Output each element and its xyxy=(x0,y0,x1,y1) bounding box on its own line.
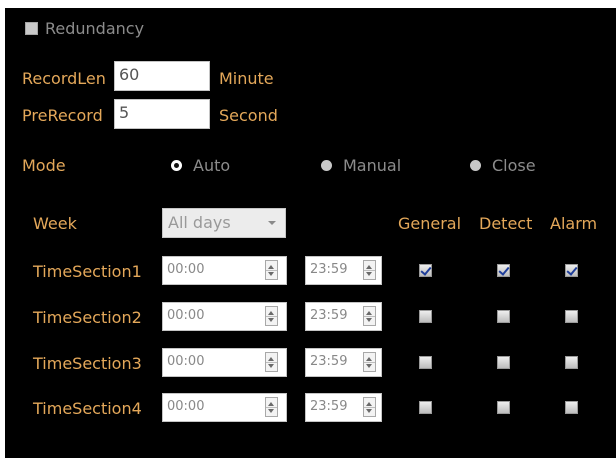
spinner-arrows-icon[interactable] xyxy=(265,352,278,372)
general-checkbox[interactable] xyxy=(419,310,432,323)
pre-record-label: PreRecord xyxy=(22,106,103,125)
time-section-label: TimeSection4 xyxy=(33,399,142,418)
spinner-arrows-icon[interactable] xyxy=(363,352,376,372)
record-len-unit: Minute xyxy=(219,69,274,88)
column-general-header: General xyxy=(398,214,462,233)
week-select-value: All days xyxy=(168,213,231,232)
alarm-checkbox[interactable] xyxy=(565,310,578,323)
end-time-input[interactable]: 23:59 xyxy=(305,393,382,422)
mode-label: Mode xyxy=(22,156,66,175)
start-time-value: 00:00 xyxy=(167,354,205,369)
end-time-value: 23:59 xyxy=(310,354,348,369)
mode-auto-radio[interactable] xyxy=(171,160,182,171)
alarm-checkbox[interactable] xyxy=(565,356,578,369)
mode-close-label: Close xyxy=(492,156,536,175)
spinner-arrows-icon[interactable] xyxy=(363,260,376,280)
detect-checkbox[interactable] xyxy=(497,310,510,323)
time-section-label: TimeSection3 xyxy=(33,354,142,373)
end-time-input[interactable]: 23:59 xyxy=(305,348,382,377)
record-config-panel: Redundancy RecordLen 60 Minute PreRecord… xyxy=(5,8,616,458)
start-time-value: 00:00 xyxy=(167,262,205,277)
mode-close-radio[interactable] xyxy=(470,160,481,171)
start-time-input[interactable]: 00:00 xyxy=(162,302,287,331)
detect-checkbox[interactable] xyxy=(497,264,510,277)
end-time-input[interactable]: 23:59 xyxy=(305,302,382,331)
start-time-input[interactable]: 00:00 xyxy=(162,256,287,285)
detect-checkbox[interactable] xyxy=(497,401,510,414)
start-time-input[interactable]: 00:00 xyxy=(162,393,287,422)
mode-auto-label: Auto xyxy=(193,156,231,175)
general-checkbox[interactable] xyxy=(419,401,432,414)
alarm-checkbox[interactable] xyxy=(565,401,578,414)
end-time-value: 23:59 xyxy=(310,399,348,414)
detect-checkbox[interactable] xyxy=(497,356,510,369)
spinner-arrows-icon[interactable] xyxy=(265,306,278,326)
spinner-arrows-icon[interactable] xyxy=(363,397,376,417)
record-len-input[interactable]: 60 xyxy=(114,61,210,91)
redundancy-checkbox[interactable] xyxy=(25,22,38,35)
record-len-label: RecordLen xyxy=(22,69,106,88)
start-time-value: 00:00 xyxy=(167,308,205,323)
mode-manual-radio[interactable] xyxy=(321,160,332,171)
pre-record-unit: Second xyxy=(219,106,278,125)
general-checkbox[interactable] xyxy=(419,356,432,369)
mode-manual-label: Manual xyxy=(343,156,402,175)
time-section-label: TimeSection2 xyxy=(33,308,142,327)
pre-record-input[interactable]: 5 xyxy=(114,99,210,129)
week-label: Week xyxy=(33,214,77,233)
week-select[interactable]: All days xyxy=(162,208,286,238)
start-time-value: 00:00 xyxy=(167,399,205,414)
spinner-arrows-icon[interactable] xyxy=(265,397,278,417)
redundancy-label: Redundancy xyxy=(45,19,145,38)
start-time-input[interactable]: 00:00 xyxy=(162,348,287,377)
general-checkbox[interactable] xyxy=(419,264,432,277)
chevron-down-icon xyxy=(268,221,276,225)
alarm-checkbox[interactable] xyxy=(565,264,578,277)
time-section-label: TimeSection1 xyxy=(33,262,142,281)
end-time-value: 23:59 xyxy=(310,308,348,323)
column-alarm-header: Alarm xyxy=(550,214,598,233)
end-time-value: 23:59 xyxy=(310,262,348,277)
end-time-input[interactable]: 23:59 xyxy=(305,256,382,285)
spinner-arrows-icon[interactable] xyxy=(363,306,376,326)
column-detect-header: Detect xyxy=(479,214,533,233)
spinner-arrows-icon[interactable] xyxy=(265,260,278,280)
